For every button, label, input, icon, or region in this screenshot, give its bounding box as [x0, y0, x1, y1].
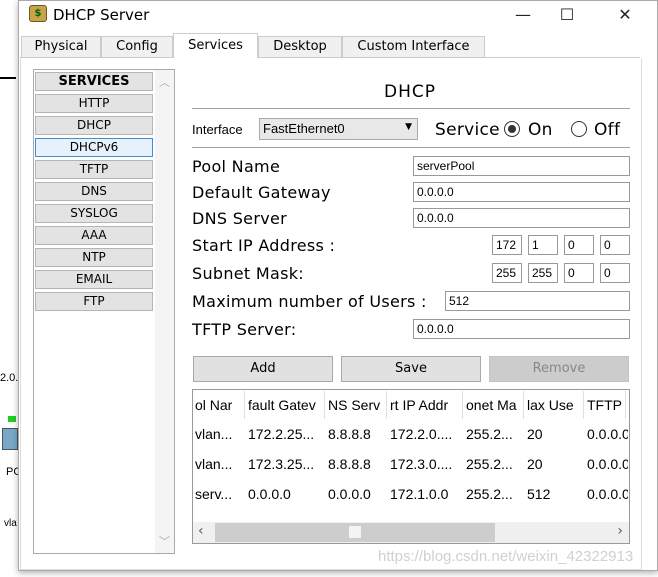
service-off-radio[interactable]: [571, 121, 587, 137]
start-ip-octet-3[interactable]: 0: [564, 235, 594, 255]
dns-server-input[interactable]: 0.0.0.0: [413, 208, 630, 228]
watermark: https://blog.csdn.net/weixin_42322913: [378, 548, 634, 565]
start-ip-octet-1[interactable]: 172: [492, 235, 522, 255]
chevron-up-icon[interactable]: ︿: [155, 74, 174, 90]
tab-config[interactable]: Config: [101, 36, 173, 58]
table-header-cell[interactable]: rt IP Addr: [388, 391, 463, 419]
start-ip-label: Start IP Address :: [192, 236, 336, 255]
tab-physical[interactable]: Physical: [21, 36, 101, 58]
close-button[interactable]: ✕: [602, 2, 648, 28]
save-button[interactable]: Save: [341, 356, 481, 382]
table-cell: 8.8.8.8: [328, 456, 371, 472]
start-ip-octet-4[interactable]: 0: [600, 235, 630, 255]
subnet-mask-octet-2[interactable]: 255: [528, 263, 558, 283]
dropdown-arrow-icon: ▼: [405, 122, 412, 132]
table-cell: 0.0.0.0: [587, 456, 628, 472]
table-cell: 255.2...: [466, 456, 513, 472]
table-cell: 0.0.0.0: [587, 426, 628, 442]
service-item-ntp[interactable]: NTP: [35, 248, 153, 267]
add-button[interactable]: Add: [193, 356, 333, 382]
diagram-link-line: [0, 77, 16, 79]
service-item-tftp[interactable]: TFTP: [35, 160, 153, 179]
table-cell: 512: [527, 486, 551, 502]
table-cell: 0.0.0.0: [328, 486, 371, 502]
table-cell: 8.8.8.8: [328, 426, 371, 442]
table-cell: vlan...: [195, 426, 233, 442]
table-header-cell[interactable]: fault Gatev: [246, 391, 325, 419]
divider: [192, 108, 630, 109]
table-cell: 20: [527, 426, 543, 442]
table-header-cell[interactable]: lax Use: [525, 391, 584, 419]
minimize-button[interactable]: —: [500, 2, 546, 28]
max-users-input[interactable]: 512: [445, 291, 630, 311]
table-cell: 172.1.0.0: [390, 486, 449, 502]
subnet-mask-label: Subnet Mask:: [192, 264, 304, 283]
table-cell: 172.2.25...: [248, 426, 315, 442]
scrollbar-thumb[interactable]: [215, 523, 495, 542]
radio-dot: [508, 125, 516, 133]
horizontal-scrollbar[interactable]: ‹ ›: [193, 522, 629, 543]
table-cell: 0.0.0.0: [587, 486, 628, 502]
table-cell: 255.2...: [466, 486, 513, 502]
service-off-label: Off: [594, 120, 621, 140]
diagram-label: 2.0.: [0, 372, 19, 384]
table-header-cell[interactable]: TFTP: [585, 391, 626, 419]
service-item-aaa[interactable]: AAA: [35, 226, 153, 245]
maximize-button[interactable]: ☐: [544, 2, 590, 28]
service-item-email[interactable]: EMAIL: [35, 270, 153, 289]
table-header-cell[interactable]: NS Serv: [326, 391, 387, 419]
server-app-icon: $: [29, 5, 47, 22]
service-label: Service: [435, 120, 500, 140]
table-cell: 172.3.0....: [390, 456, 453, 472]
pool-name-input[interactable]: serverPool: [413, 156, 630, 176]
interface-select[interactable]: FastEthernet0 ▼: [259, 118, 418, 140]
service-item-syslog[interactable]: SYSLOG: [35, 204, 153, 223]
service-on-label: On: [528, 120, 553, 140]
service-item-dhcpv6[interactable]: DHCPv6: [35, 138, 153, 157]
link-status-dot: [8, 416, 16, 422]
dns-server-label: DNS Server: [192, 209, 287, 228]
table-cell: 255.2...: [466, 426, 513, 442]
service-item-dns[interactable]: DNS: [35, 182, 153, 201]
services-header: SERVICES: [35, 72, 153, 91]
tftp-server-label: TFTP Server:: [192, 320, 297, 339]
default-gateway-label: Default Gateway: [192, 183, 331, 202]
chevron-right-icon[interactable]: ›: [617, 523, 623, 539]
service-on-radio[interactable]: [504, 121, 520, 137]
pc-icon[interactable]: [2, 428, 18, 450]
diagram-label: vla: [4, 518, 17, 529]
table-cell: serv...: [195, 486, 233, 502]
service-item-http[interactable]: HTTP: [35, 94, 153, 113]
chevron-left-icon[interactable]: ‹: [198, 523, 204, 539]
dhcp-title: DHCP: [384, 82, 436, 102]
max-users-label: Maximum number of Users :: [192, 292, 427, 311]
divider: [192, 147, 630, 148]
window-title: DHCP Server: [53, 6, 150, 24]
interface-value: FastEthernet0: [263, 121, 345, 136]
table-header-cell[interactable]: onet Ma: [464, 391, 524, 419]
table-cell: 172.2.0....: [390, 426, 453, 442]
table-cell: 20: [527, 456, 543, 472]
table-cell: vlan...: [195, 456, 233, 472]
tab-services[interactable]: Services: [173, 33, 258, 59]
table-cell: 172.3.25...: [248, 456, 315, 472]
default-gateway-input[interactable]: 0.0.0.0: [413, 182, 630, 202]
tab-custom-interface[interactable]: Custom Interface: [342, 36, 485, 58]
interface-label: Interface: [192, 122, 243, 137]
chevron-down-icon[interactable]: ﹀: [155, 533, 174, 549]
table-cell: 0.0.0.0: [248, 486, 291, 502]
subnet-mask-octet-4[interactable]: 0: [600, 263, 630, 283]
services-scrollbar[interactable]: ︿ ﹀: [155, 70, 174, 553]
subnet-mask-octet-3[interactable]: 0: [564, 263, 594, 283]
pool-name-label: Pool Name: [192, 157, 281, 176]
table-header-cell[interactable]: ol Nar: [193, 391, 245, 419]
service-item-dhcp[interactable]: DHCP: [35, 116, 153, 135]
start-ip-octet-2[interactable]: 1: [528, 235, 558, 255]
tftp-server-input[interactable]: 0.0.0.0: [413, 319, 630, 339]
tab-desktop[interactable]: Desktop: [258, 36, 342, 58]
remove-button[interactable]: Remove: [489, 356, 629, 382]
service-item-ftp[interactable]: FTP: [35, 292, 153, 311]
subnet-mask-octet-1[interactable]: 255: [492, 263, 522, 283]
